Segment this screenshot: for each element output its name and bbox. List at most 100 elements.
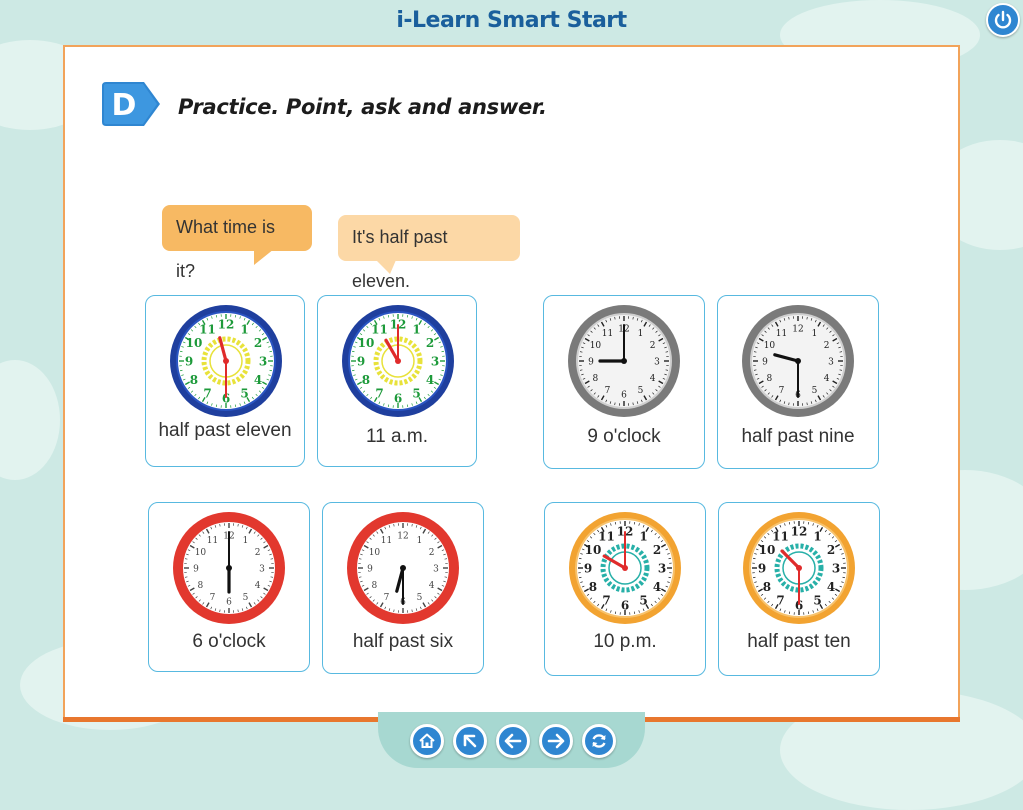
clock-numeral: 9 [357,355,365,369]
clock-numeral: 2 [827,543,835,557]
clock-numeral: 10 [369,548,381,558]
clock-numeral: 7 [776,594,784,608]
clock-numeral: 9 [584,562,592,576]
clock-numeral: 11 [207,536,218,546]
clock-numeral: 12 [791,525,808,539]
clock-numeral: 9 [193,565,199,575]
clock-label: half past eleven [146,420,304,442]
clock-center-pin [400,565,406,571]
clock-numeral: 5 [417,593,423,603]
clock-face: 123456789101112 [565,508,685,628]
clock-numeral: 3 [658,562,666,576]
clock-numeral: 9 [367,565,373,575]
clock-card[interactable]: 123456789101112 half past six [322,502,484,674]
clock-numeral: 4 [255,581,261,591]
clock-numeral: 3 [828,358,834,368]
clock-numeral: 10 [195,548,207,558]
clock-label: half past nine [718,426,878,448]
back-to-top-button[interactable] [453,724,487,758]
next-button[interactable] [539,724,573,758]
clock-numeral: 9 [185,355,193,369]
clock-label: 9 o'clock [544,426,704,448]
clock-card[interactable]: 123456789101112 half past ten [718,502,880,676]
clock-center-pin [622,565,628,571]
clock-center-pin [223,358,229,364]
clock-numeral: 5 [813,594,821,608]
back-to-top-icon [460,731,480,751]
background-cloud [0,360,60,480]
clock-numeral: 8 [763,580,771,594]
clock-numeral: 10 [590,341,602,351]
clock-numeral: 1 [243,536,249,546]
clock-label: half past ten [719,631,879,653]
clock-numeral: 1 [813,529,821,543]
previous-button[interactable] [496,724,530,758]
exercise-letter: D [112,88,137,123]
clock-center-pin [621,358,627,364]
clock-card[interactable]: 123456789101112 11 a.m. [317,295,477,467]
clock-center-pin [796,565,802,571]
clock-numeral: 11 [602,329,613,339]
question-bubble: What time is it? [162,205,312,251]
clock-center-pin [226,565,232,571]
clock-numeral: 4 [824,374,830,384]
clock-card[interactable]: 123456789101112 10 p.m. [544,502,706,676]
clock-numeral: 7 [203,387,211,401]
clock-numeral: 11 [776,329,787,339]
clock-numeral: 9 [588,358,594,368]
clock-numeral: 3 [431,355,439,369]
clock-numeral: 2 [426,336,434,350]
clock-numeral: 3 [259,565,265,575]
clock-card[interactable]: 123456789101112 half past eleven [145,295,305,467]
clock-numeral: 9 [762,358,768,368]
refresh-icon [589,731,609,751]
clock-numeral: 8 [190,373,198,387]
clock-numeral: 1 [412,322,420,336]
clock-numeral: 4 [650,374,656,384]
clock-card[interactable]: 123456789101112 half past nine [717,295,879,469]
clock-numeral: 11 [199,322,216,336]
clock-numeral: 2 [650,341,656,351]
clock-label: 10 p.m. [545,631,705,653]
clock-face: 123456789101112 [738,301,858,421]
clock-numeral: 5 [412,387,420,401]
clock-numeral: 6 [226,598,232,608]
clock-numeral: 8 [589,580,597,594]
clock-numeral: 1 [638,329,644,339]
clock-label: 11 a.m. [318,426,476,448]
clock-card[interactable]: 123456789101112 9 o'clock [543,295,705,469]
clock-numeral: 1 [639,529,647,543]
clock-numeral: 3 [433,565,439,575]
clock-face: 123456789101112 [338,301,458,421]
clock-numeral: 8 [372,581,378,591]
power-button[interactable] [986,3,1020,37]
clock-numeral: 8 [767,374,773,384]
home-button[interactable] [410,724,444,758]
clock-numeral: 7 [779,386,785,396]
clock-face: 123456789101112 [343,508,463,628]
clock-numeral: 4 [827,580,835,594]
clock-numeral: 6 [394,392,402,406]
clock-numeral: 5 [243,593,249,603]
clock-numeral: 2 [254,336,262,350]
clock-numeral: 5 [638,386,644,396]
clock-numeral: 10 [585,543,602,557]
clock-label: half past six [323,631,483,653]
power-icon [988,5,1018,35]
clock-numeral: 8 [593,374,599,384]
clock-face: 123456789101112 [564,301,684,421]
clock-center-pin [795,358,801,364]
clock-numeral: 8 [198,581,204,591]
exercise-page: D Practice. Point, ask and answer. What … [63,45,960,719]
answer-bubble: It's half past eleven. [338,215,520,261]
clock-numeral: 10 [764,341,776,351]
clock-numeral: 2 [824,341,830,351]
clock-numeral: 6 [621,391,627,401]
clock-numeral: 8 [362,373,370,387]
clock-numeral: 5 [639,594,647,608]
clock-numeral: 4 [653,580,661,594]
clock-card[interactable]: 123456789101112 6 o'clock [148,502,310,672]
clock-numeral: 12 [397,532,408,542]
clock-numeral: 7 [210,593,216,603]
refresh-button[interactable] [582,724,616,758]
